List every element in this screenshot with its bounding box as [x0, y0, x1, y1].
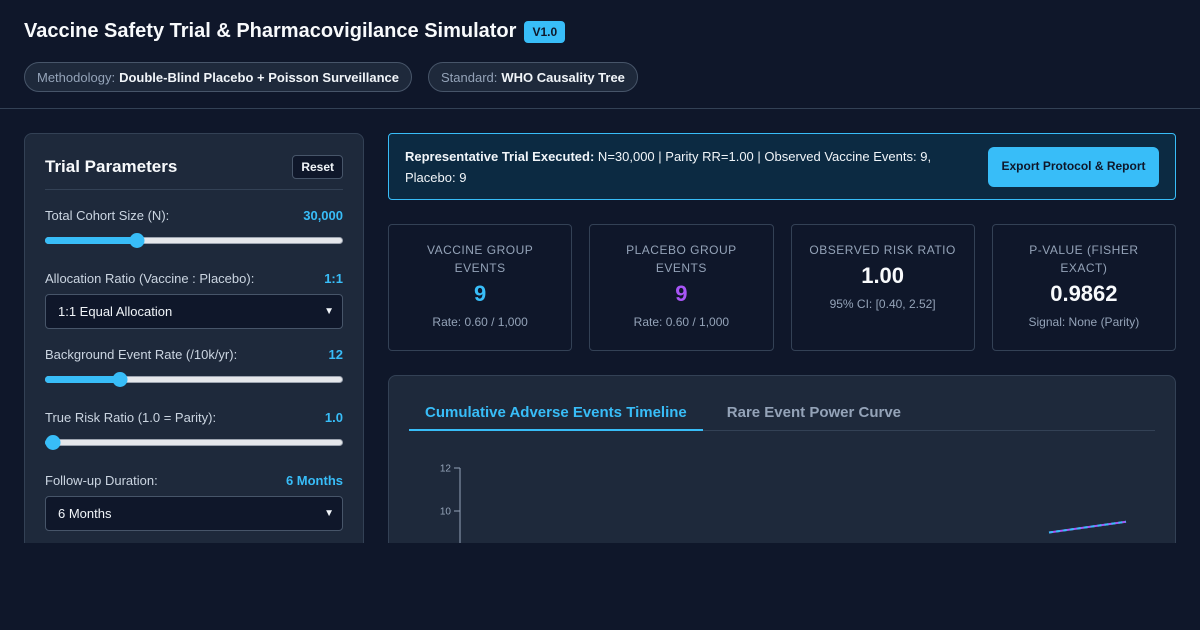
risk-ratio-value: 1.0 — [324, 410, 343, 425]
stat-cards: Vaccine Group Events 9 Rate: 0.60 / 1,00… — [388, 224, 1176, 351]
panel-title: Trial Parameters — [45, 156, 178, 176]
version-badge: V1.0 — [524, 20, 566, 43]
banner-bold: Representative Trial Executed: — [405, 148, 595, 164]
trial-summary-banner: Representative Trial Executed: N=30,000 … — [388, 133, 1176, 200]
reset-button[interactable]: Reset — [292, 154, 343, 179]
info-pills: Methodology: Double-Blind Placebo + Pois… — [24, 62, 638, 92]
allocation-select[interactable]: 1:1 Equal Allocation ▼ — [45, 294, 343, 329]
card-label: Observed Risk Ratio — [809, 243, 956, 257]
card-label: Placebo Group Events — [626, 243, 737, 275]
card-sub: Rate: 0.60 / 1,000 — [432, 315, 528, 329]
followup-select[interactable]: 6 Months ▼ — [45, 496, 343, 531]
methodology-pill: Methodology: Double-Blind Placebo + Pois… — [24, 62, 412, 92]
p-value-card: P-Value (Fisher Exact) 0.9862 Signal: No… — [991, 224, 1176, 351]
app-title: Vaccine Safety Trial & Pharmacovigilance… — [24, 20, 517, 42]
chevron-down-icon: ▼ — [324, 306, 334, 317]
methodology-value: Double-Blind Placebo + Poisson Surveilla… — [119, 69, 399, 85]
risk-ratio-slider[interactable] — [45, 434, 343, 450]
page-background — [0, 543, 1200, 630]
standard-value: WHO Causality Tree — [501, 69, 625, 85]
followup-value: 6 Months — [285, 473, 343, 488]
card-sub: 95% CI: [0.40, 2.52] — [829, 297, 936, 311]
cohort-size-label: Total Cohort Size (N): — [45, 208, 170, 223]
vaccine-events-card: Vaccine Group Events 9 Rate: 0.60 / 1,00… — [388, 224, 573, 351]
background-rate-value: 12 — [328, 347, 343, 362]
background-rate-slider[interactable] — [45, 371, 343, 387]
banner-text: Representative Trial Executed: N=30,000 … — [405, 146, 975, 188]
card-value: 1.00 — [861, 263, 905, 288]
card-label: Vaccine Group Events — [426, 243, 534, 275]
title-row: Vaccine Safety Trial & Pharmacovigilance… — [24, 20, 566, 43]
y-tick-label: 10 — [440, 507, 452, 518]
card-sub: Rate: 0.60 / 1,000 — [633, 315, 730, 329]
cohort-size-value: 30,000 — [303, 208, 343, 223]
panel-header: Trial Parameters Reset — [45, 134, 343, 190]
followup-selected: 6 Months — [58, 506, 112, 521]
slider-track — [45, 439, 343, 446]
allocation-param: Allocation Ratio (Vaccine : Placebo): 1:… — [45, 271, 343, 329]
allocation-value: 1:1 — [324, 271, 343, 286]
risk-ratio-label: True Risk Ratio (1.0 = Parity): — [45, 410, 217, 425]
standard-label: Standard: — [441, 69, 498, 85]
card-value: 9 — [675, 281, 688, 306]
allocation-selected: 1:1 Equal Allocation — [58, 304, 173, 319]
slider-thumb[interactable] — [129, 233, 145, 248]
export-report-button[interactable]: Export Protocol & Report — [988, 146, 1159, 187]
card-label: P-Value (Fisher Exact) — [1029, 243, 1139, 275]
chevron-down-icon: ▼ — [324, 508, 334, 519]
followup-param: Follow-up Duration: 6 Months 6 Months ▼ — [45, 473, 343, 531]
slider-thumb[interactable] — [112, 372, 128, 387]
slider-fill — [45, 376, 121, 383]
placebo-events-card: Placebo Group Events 9 Rate: 0.60 / 1,00… — [589, 224, 774, 351]
risk-ratio-param: True Risk Ratio (1.0 = Parity): 1.0 — [45, 410, 343, 450]
trial-parameters-panel: Trial Parameters Reset Total Cohort Size… — [24, 133, 364, 553]
risk-ratio-card: Observed Risk Ratio 1.00 95% CI: [0.40, … — [790, 224, 975, 351]
slider-thumb[interactable] — [45, 435, 60, 450]
y-tick-label: 12 — [440, 464, 452, 475]
slider-fill — [45, 237, 138, 244]
background-rate-param: Background Event Rate (/10k/yr): 12 — [45, 347, 343, 387]
cohort-size-param: Total Cohort Size (N): 30,000 — [45, 208, 343, 248]
cohort-size-slider[interactable] — [45, 232, 343, 248]
followup-label: Follow-up Duration: — [45, 473, 158, 488]
card-value: 0.9862 — [1050, 281, 1118, 306]
allocation-label: Allocation Ratio (Vaccine : Placebo): — [45, 271, 255, 286]
methodology-label: Methodology: — [37, 69, 116, 85]
card-value: 9 — [474, 281, 487, 306]
standard-pill: Standard: WHO Causality Tree — [428, 62, 638, 92]
background-rate-label: Background Event Rate (/10k/yr): — [45, 347, 238, 362]
app-header: Vaccine Safety Trial & Pharmacovigilance… — [0, 0, 1200, 109]
card-sub: Signal: None (Parity) — [1028, 315, 1140, 329]
